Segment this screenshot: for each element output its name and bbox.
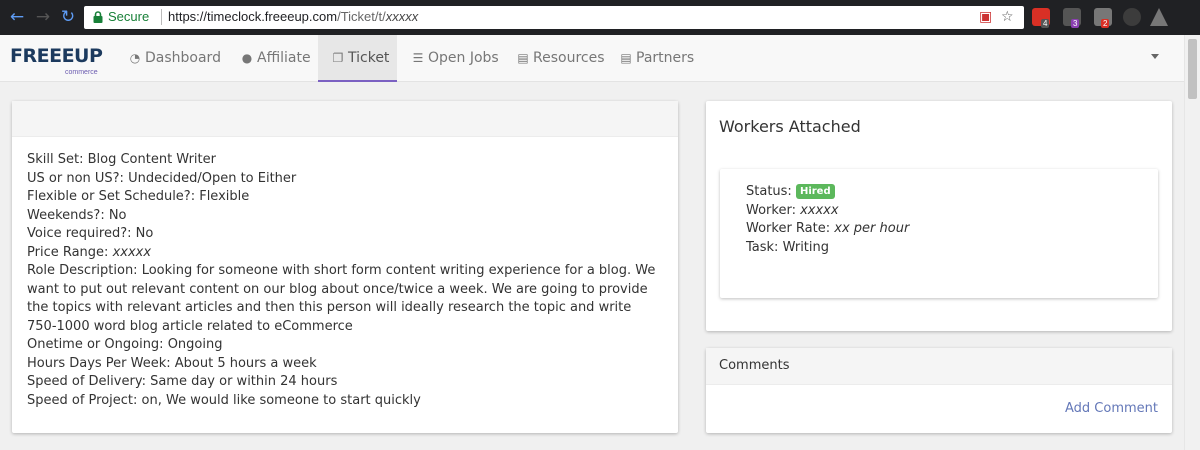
ticket-panel-header xyxy=(12,101,678,137)
ticket-field: Skill Set: Blog Content Writer xyxy=(27,152,216,167)
ticket-field: Speed of Delivery: Same day or within 24… xyxy=(27,374,338,389)
nav-dashboard-label: Dashboard xyxy=(145,50,221,66)
worker-card: Status: Hired Worker: xxxxx Worker Rate:… xyxy=(720,169,1158,298)
browser-toolbar: ← → ↻ Secure https://timeclock.freeeup.c… xyxy=(0,0,1200,35)
ticket-field: Voice required?: No xyxy=(27,226,154,241)
status-label: Status: xyxy=(746,184,792,199)
list-icon: ☰ xyxy=(412,51,424,65)
forward-arrow-icon[interactable]: → xyxy=(33,7,53,27)
logo-subtext: commerce xyxy=(65,69,98,76)
ticket-price-range: Price Range: xxxxx xyxy=(27,244,663,263)
ticket-field: Hours Days Per Week: About 5 hours a wee… xyxy=(27,355,317,371)
lock-icon xyxy=(93,11,103,23)
drive-icon[interactable] xyxy=(1150,8,1168,26)
price-value: xxxxx xyxy=(112,244,152,260)
nav-affiliate-label: Affiliate xyxy=(257,50,311,66)
page-scrollbar[interactable] xyxy=(1184,35,1200,450)
nav-resources[interactable]: ▤ Resources xyxy=(516,35,604,82)
url-text[interactable]: https://timeclock.freeeup.com/Ticket/t/x… xyxy=(168,9,418,24)
nav-ticket-label: Ticket xyxy=(348,50,390,66)
ticket-field: Onetime or Ongoing: Ongoing xyxy=(27,337,223,352)
worker-status: Status: Hired xyxy=(746,183,909,202)
ticket-field: Weekends?: No xyxy=(27,207,127,223)
task-label: Task: xyxy=(746,239,779,255)
bookmark-star-icon[interactable]: ☆ xyxy=(1001,9,1014,25)
ticket-field: Speed of Project: on, We would like some… xyxy=(27,392,421,408)
reload-icon[interactable]: ↻ xyxy=(58,7,78,27)
worker-label: Worker: xyxy=(746,202,796,218)
rate-label: Worker Rate: xyxy=(746,221,831,236)
ticket-field: Flexible or Set Schedule?: Flexible xyxy=(27,189,250,204)
chevron-down-icon[interactable] xyxy=(1151,54,1159,59)
worker-task: Task: Writing xyxy=(746,239,909,258)
nav-dashboard[interactable]: ◔ Dashboard xyxy=(128,35,221,82)
comments-panel: Comments Add Comment xyxy=(706,348,1172,433)
nav-affiliate[interactable]: ● Affiliate xyxy=(240,35,311,82)
ticket-field: US or non US?: Undecided/Open to Either xyxy=(27,170,297,186)
extension-badge-2: 3 xyxy=(1071,19,1080,28)
nav-partners[interactable]: ▤ Partners xyxy=(619,35,695,82)
users-icon: ● xyxy=(241,51,253,65)
blocked-popup-icon[interactable]: ▣ xyxy=(979,9,992,25)
nav-open-jobs-label: Open Jobs xyxy=(428,50,499,66)
worker-name: Worker: xxxxx xyxy=(746,202,909,221)
ticket-role-description: Role Description: Looking for someone wi… xyxy=(27,263,656,334)
back-arrow-icon[interactable]: ← xyxy=(7,7,27,27)
nav-open-jobs[interactable]: ☰ Open Jobs xyxy=(411,35,499,82)
dashboard-icon: ◔ xyxy=(129,51,141,65)
workers-attached-panel: Workers Attached Status: Hired Worker: x… xyxy=(706,101,1172,331)
rate-value: xx per hour xyxy=(834,221,910,236)
scrollbar-thumb[interactable] xyxy=(1188,39,1197,99)
file-icon: ▤ xyxy=(620,51,632,65)
worker-value: xxxxx xyxy=(800,202,839,218)
worker-rate: Worker Rate: xx per hour xyxy=(746,220,909,239)
copy-icon: ❐ xyxy=(332,51,344,65)
nav-ticket[interactable]: ❐ Ticket xyxy=(318,35,397,82)
workers-title: Workers Attached xyxy=(719,117,861,136)
worker-details: Status: Hired Worker: xxxxx Worker Rate:… xyxy=(746,183,909,257)
logo-text: FREEEUP xyxy=(10,45,103,67)
nav-partners-label: Partners xyxy=(636,50,695,66)
ticket-details-panel: Skill Set: Blog Content Writer US or non… xyxy=(12,101,678,433)
ticket-details-body: Skill Set: Blog Content Writer US or non… xyxy=(12,137,678,424)
task-value: Writing xyxy=(782,239,830,255)
comments-title: Comments xyxy=(706,348,1172,385)
extension-icon-4[interactable] xyxy=(1123,8,1141,26)
file-icon: ▤ xyxy=(517,51,529,65)
address-divider xyxy=(161,9,162,25)
add-comment-link[interactable]: Add Comment xyxy=(1065,401,1158,416)
url-path: /Ticket/t/ xyxy=(337,9,386,24)
secure-label: Secure xyxy=(108,9,150,24)
extension-badge-1: 4 xyxy=(1041,19,1050,28)
address-bar[interactable]: Secure https://timeclock.freeeup.com/Tic… xyxy=(84,6,1024,29)
main-navbar: FREEEUP commerce ◔ Dashboard ● Affiliate ❐… xyxy=(0,35,1200,82)
extension-badge-3: 2 xyxy=(1101,19,1110,28)
url-masked: xxxxx xyxy=(385,9,419,24)
price-label: Price Range: xyxy=(27,244,109,260)
status-badge: Hired xyxy=(795,184,835,199)
url-base: https://timeclock.freeeup.com xyxy=(168,9,338,24)
nav-resources-label: Resources xyxy=(533,50,605,66)
freeeup-logo[interactable]: FREEEUP commerce xyxy=(10,41,106,77)
